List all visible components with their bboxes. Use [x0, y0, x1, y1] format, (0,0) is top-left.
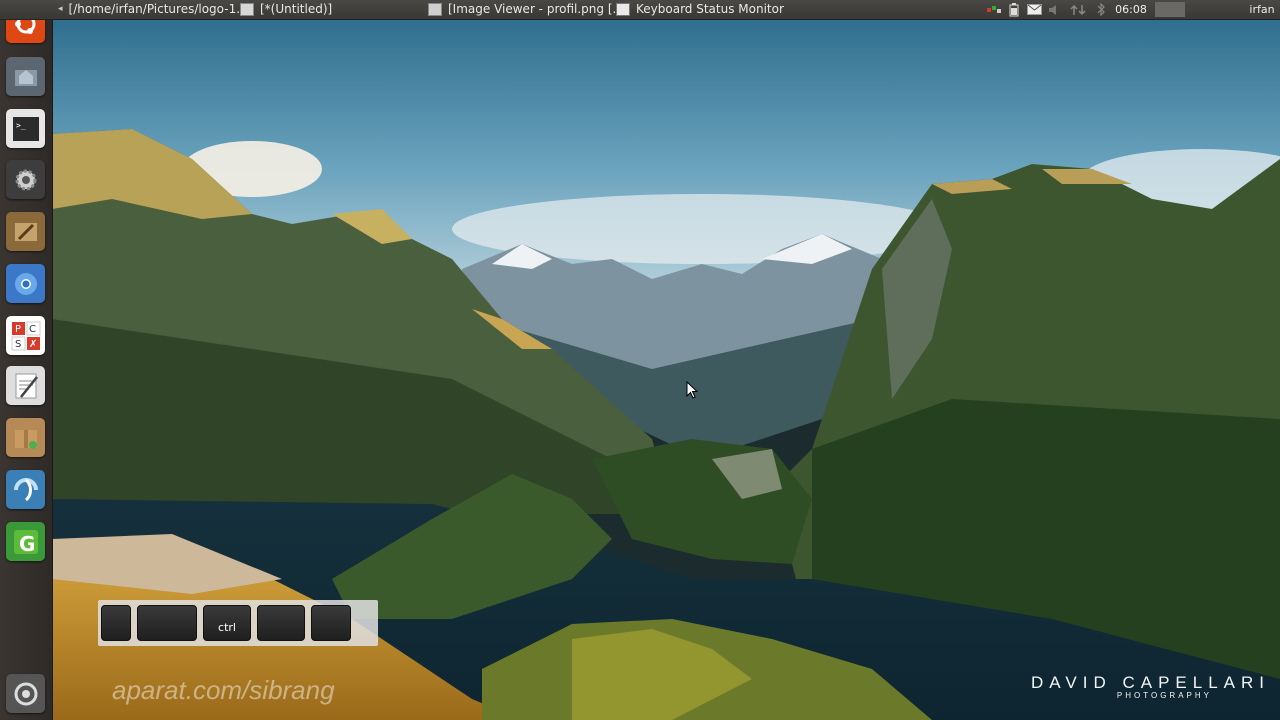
svg-text:C: C: [29, 324, 36, 335]
bluetooth-icon[interactable]: [1095, 3, 1107, 16]
volume-icon[interactable]: [1048, 3, 1062, 16]
taskbar-item-keyboard-monitor[interactable]: Keyboard Status Monitor: [616, 0, 784, 19]
photo-credit: DAVID CAPELLARI PHOTOGRAPHY: [1031, 673, 1270, 700]
mouse-pointer-icon: [686, 381, 698, 399]
photo-credit-name: DAVID CAPELLARI: [1031, 673, 1270, 692]
terminal-icon[interactable]: >_: [6, 109, 45, 148]
battery-icon[interactable]: [1008, 2, 1020, 16]
svg-text:>_: >_: [16, 121, 26, 130]
task-label-text-editor: [*(Untitled)]: [260, 2, 333, 16]
chromium-icon[interactable]: [6, 264, 45, 303]
system-settings-icon[interactable]: [6, 160, 45, 199]
workspace-switcher-icon[interactable]: [6, 674, 45, 713]
task-label-image-viewer: [Image Viewer - profil.png [...: [448, 2, 624, 16]
image-viewer-icon: [428, 3, 442, 16]
archive-manager-icon[interactable]: [6, 418, 45, 457]
network-icon[interactable]: [986, 3, 1002, 16]
key-indicator-ctrl: ctrl: [203, 605, 251, 641]
keyboard-monitor-icon: [616, 3, 630, 16]
taskbar-item-image-viewer[interactable]: [Image Viewer - profil.png [...: [428, 0, 624, 19]
workspace-indicator[interactable]: [1155, 2, 1185, 17]
caret-icon: ◂: [58, 4, 63, 14]
svg-text:P: P: [15, 324, 21, 335]
user-menu[interactable]: irfan: [1246, 3, 1278, 16]
clock[interactable]: 06:08: [1112, 3, 1150, 16]
taskbar-item-terminal[interactable]: ◂ [/home/irfan/Pictures/logo-1...: [58, 0, 248, 19]
svg-text:G: G: [19, 532, 35, 556]
gimp-icon[interactable]: [6, 212, 45, 251]
key-indicator: [101, 605, 131, 641]
blender-icon[interactable]: [6, 470, 45, 509]
taskbar-item-text-editor[interactable]: [*(Untitled)]: [240, 0, 332, 19]
utility-g-icon[interactable]: G: [6, 522, 45, 561]
mail-icon[interactable]: [1026, 3, 1042, 16]
task-label-terminal: [/home/irfan/Pictures/logo-1...: [68, 2, 248, 16]
key-indicator: [257, 605, 305, 641]
home-folder-icon[interactable]: [6, 57, 45, 96]
keyboard-status-monitor[interactable]: ctrl: [98, 600, 378, 646]
updates-icon[interactable]: [1070, 3, 1086, 16]
key-indicator: [137, 605, 197, 641]
libreoffice-icon[interactable]: P C S ✗: [6, 316, 45, 355]
svg-text:S: S: [15, 339, 21, 350]
photo-credit-sub: PHOTOGRAPHY: [1116, 691, 1212, 700]
launcher: >_ P C S ✗ G: [0, 0, 53, 720]
text-editor-icon[interactable]: [6, 366, 45, 405]
svg-text:✗: ✗: [29, 339, 37, 350]
watermark: aparat.com/sibrang: [112, 675, 335, 705]
top-panel: ◂ [/home/irfan/Pictures/logo-1... [*(Unt…: [0, 0, 1280, 20]
text-editor-icon: [240, 3, 254, 16]
task-label-keyboard-monitor: Keyboard Status Monitor: [636, 2, 784, 16]
key-indicator: [311, 605, 351, 641]
